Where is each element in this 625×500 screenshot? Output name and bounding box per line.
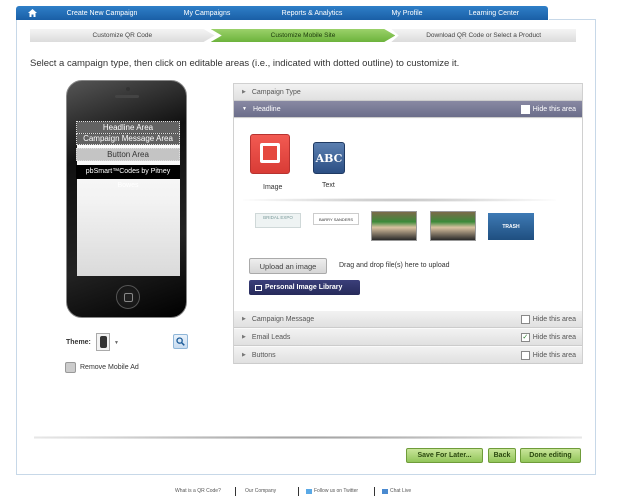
chat-icon: [382, 488, 388, 494]
headline-type-text[interactable]: ABC: [313, 142, 345, 174]
expand-arrow-icon: ▶: [242, 334, 246, 340]
instruction-text: Select a campaign type, then click on ed…: [30, 58, 460, 69]
text-type-label: Text: [322, 182, 335, 189]
phone-home-button: [116, 285, 140, 309]
section-headline[interactable]: ▼ Headline Hide this area: [234, 101, 582, 118]
remove-ad-label: Remove Mobile Ad: [80, 364, 139, 371]
hide-label: Hide this area: [532, 316, 576, 323]
thumbnail-photo-2[interactable]: [430, 211, 476, 241]
expand-arrow-icon: ▶: [242, 89, 246, 95]
step-customize-mobile-site[interactable]: Customize Mobile Site: [210, 29, 396, 42]
camera-icon: [126, 87, 130, 91]
nav-my-profile[interactable]: My Profile: [366, 10, 448, 17]
back-button[interactable]: Back: [488, 448, 516, 463]
headline-type-image[interactable]: [250, 134, 290, 174]
top-navigation: Create New Campaign My Campaigns Reports…: [16, 6, 548, 20]
hide-checkbox[interactable]: [520, 315, 530, 324]
step-download-qr[interactable]: Download QR Code or Select a Product: [391, 29, 577, 42]
twitter-icon: [306, 488, 312, 494]
remove-ad-checkbox[interactable]: [65, 362, 76, 373]
hide-campaign-message[interactable]: Hide this area: [520, 315, 576, 324]
section-buttons[interactable]: ▶ Buttons Hide this area: [234, 347, 582, 364]
remove-mobile-ad-toggle[interactable]: Remove Mobile Ad: [65, 362, 139, 373]
campaign-message-area[interactable]: Campaign Message Area: [76, 133, 180, 145]
progress-steps: Customize QR Code Customize Mobile Site …: [30, 29, 577, 42]
footer-separator: [298, 487, 299, 496]
image-icon: [260, 143, 280, 163]
thumbnail-bridal-expo[interactable]: BRIDAL EXPO: [255, 213, 301, 228]
nav-create-campaign[interactable]: Create New Campaign: [48, 10, 156, 17]
nav-reports-analytics[interactable]: Reports & Analytics: [258, 10, 366, 17]
speaker-grille: [115, 95, 139, 98]
drag-drop-text: Drag and drop file(s) here to upload: [339, 262, 450, 269]
section-title: Buttons: [251, 351, 276, 359]
chat-label: Chat Live: [390, 488, 412, 494]
section-email-leads[interactable]: ▶ Email Leads ✓ Hide this area: [234, 329, 582, 346]
hide-checkbox[interactable]: [520, 351, 530, 360]
hide-email-leads[interactable]: ✓ Hide this area: [520, 333, 576, 342]
section-title: Campaign Type: [251, 88, 301, 96]
bottom-divider: [34, 436, 582, 439]
chevron-down-icon[interactable]: ▼: [114, 340, 119, 346]
theme-label: Theme:: [66, 339, 91, 346]
hide-label: Hide this area: [532, 106, 576, 113]
phone-screen: [77, 122, 180, 276]
footer-separator: [235, 487, 236, 496]
thumbnail-photo-1[interactable]: [371, 211, 417, 241]
section-campaign-type[interactable]: ▶ Campaign Type: [234, 84, 582, 101]
section-campaign-message[interactable]: ▶ Campaign Message Hide this area: [234, 311, 582, 328]
section-title: Campaign Message: [251, 315, 315, 323]
hide-checkbox[interactable]: ✓: [520, 333, 530, 342]
upload-image-button[interactable]: Upload an image: [249, 258, 327, 274]
section-title: Email Leads: [251, 333, 291, 341]
expand-arrow-icon: ▶: [242, 352, 246, 358]
footer-separator: [374, 487, 375, 496]
twitter-label: Follow us on Twitter: [314, 488, 359, 494]
step-customize-qr[interactable]: Customize QR Code: [30, 29, 215, 42]
footer-chat-live[interactable]: Chat Live: [382, 488, 411, 494]
expand-arrow-icon: ▶: [242, 316, 246, 322]
library-icon: [255, 284, 262, 291]
footer-twitter[interactable]: Follow us on Twitter: [306, 488, 358, 494]
brand-logo: pbSmart™Codes by Pitney Bowes: [76, 165, 180, 189]
thumbnail-trash[interactable]: TRASH: [488, 213, 534, 240]
phone-preview: [66, 80, 187, 318]
footer-what-is-qr[interactable]: What is a QR Code?: [175, 488, 221, 494]
theme-search-button[interactable]: [173, 334, 188, 349]
hide-label: Hide this area: [532, 334, 576, 341]
nav-my-campaigns[interactable]: My Campaigns: [156, 10, 258, 17]
nav-learning-center[interactable]: Learning Center: [448, 10, 540, 17]
button-area[interactable]: Button Area: [76, 148, 180, 161]
home-icon[interactable]: [16, 6, 48, 20]
collapse-arrow-icon: ▼: [242, 106, 247, 112]
personal-image-library-button[interactable]: Personal Image Library: [249, 280, 360, 295]
image-type-label: Image: [263, 184, 283, 191]
divider: [243, 198, 556, 202]
hide-checkbox[interactable]: [520, 105, 530, 114]
theme-selector[interactable]: [96, 333, 110, 351]
hide-label: Hide this area: [532, 352, 576, 359]
hide-headline[interactable]: Hide this area: [520, 105, 576, 114]
thumbnail-barry-sanders[interactable]: BARRY SANDERS: [313, 213, 359, 225]
hide-buttons[interactable]: Hide this area: [520, 351, 576, 360]
library-label: Personal Image Library: [265, 284, 343, 291]
save-for-later-button[interactable]: Save For Later...: [406, 448, 483, 463]
section-title: Headline: [252, 105, 281, 113]
search-icon: [176, 337, 185, 346]
footer-our-company[interactable]: Our Company: [245, 488, 276, 494]
done-editing-button[interactable]: Done editing: [520, 448, 581, 463]
